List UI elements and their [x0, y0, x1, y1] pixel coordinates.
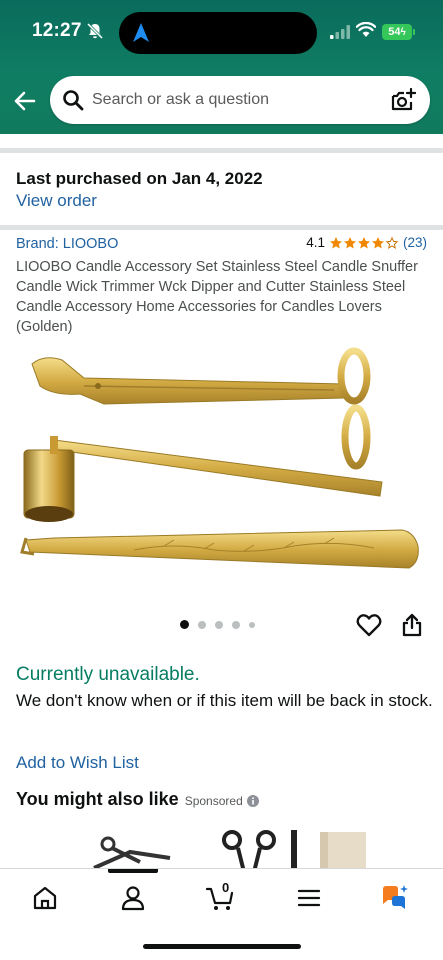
camera-search-icon[interactable]: [390, 87, 416, 113]
add-to-wish-list-link[interactable]: Add to Wish List: [16, 753, 139, 773]
active-tab-indicator: [108, 869, 158, 873]
recommended-product-image[interactable]: [222, 830, 297, 872]
star-full-icon: [357, 236, 370, 248]
battery-indicator: 54 ϟ: [382, 24, 412, 40]
pager-dot[interactable]: [249, 621, 255, 628]
bell-off-icon: [86, 22, 104, 40]
info-icon[interactable]: [246, 795, 259, 807]
cellular-signal-icon: [330, 25, 350, 39]
rating-summary[interactable]: 4.1 (23): [306, 235, 427, 250]
cart-count: 0: [222, 880, 230, 895]
app-header: 12:27 54 ϟ Search or ask a question: [0, 0, 443, 134]
back-arrow-icon[interactable]: [12, 88, 38, 114]
pager-dot-active[interactable]: [180, 620, 189, 629]
status-time: 12:27: [32, 20, 82, 41]
search-icon: [63, 90, 84, 111]
product-title: LIOOBO Candle Accessory Set Stainless St…: [16, 259, 418, 335]
image-pager[interactable]: [180, 620, 264, 629]
last-purchased-text: Last purchased on Jan 4, 2022: [16, 169, 263, 188]
search-placeholder: Search or ask a question: [92, 91, 269, 108]
rating-count: (23): [402, 235, 427, 250]
home-icon[interactable]: [30, 883, 60, 913]
charging-bolt: ϟ: [400, 26, 406, 38]
section-divider: [0, 225, 443, 230]
share-icon[interactable]: [400, 612, 424, 638]
account-icon[interactable]: [118, 883, 148, 913]
battery-tip: [413, 29, 415, 35]
status-bar: 12:27 54 ϟ: [0, 0, 443, 64]
cart-icon[interactable]: [205, 883, 235, 913]
sponsored-label: Sponsored: [184, 794, 243, 808]
pager-dot[interactable]: [232, 620, 240, 629]
recommendations-title: You might also like: [16, 789, 179, 809]
star-empty-icon: [385, 236, 399, 249]
availability-note: We don't know when or if this item will …: [16, 691, 433, 710]
menu-icon[interactable]: [294, 883, 324, 913]
candle-snuffer: [23, 436, 383, 522]
section-divider: [0, 134, 443, 148]
star-full-icon: [371, 236, 384, 248]
navigation-arrow-icon: [133, 23, 149, 42]
star-rating: [329, 236, 399, 250]
product-image[interactable]: [14, 342, 434, 592]
heart-icon[interactable]: [356, 612, 382, 638]
rating-value: 4.1: [306, 235, 325, 250]
home-indicator[interactable]: [143, 944, 301, 949]
pager-dot[interactable]: [215, 620, 223, 629]
battery-level: 54: [388, 26, 401, 38]
view-order-link[interactable]: View order: [16, 191, 97, 211]
star-full-icon: [329, 236, 342, 248]
availability-status: Currently unavailable.: [16, 664, 200, 685]
rufus-icon[interactable]: [380, 883, 410, 913]
recommended-products-strip[interactable]: [80, 822, 380, 872]
pager-dot[interactable]: [198, 620, 206, 629]
wifi-icon: [356, 22, 376, 37]
recommendations-heading: You might also like Sponsored: [16, 789, 259, 810]
section-divider: [0, 148, 443, 153]
recommended-product-image[interactable]: [320, 832, 366, 872]
wick-dipper: [20, 529, 419, 569]
brand-link[interactable]: Brand: LIOOBO: [16, 236, 118, 252]
recommended-product-image[interactable]: [93, 836, 171, 870]
star-full-icon: [343, 236, 356, 248]
search-input[interactable]: Search or ask a question: [50, 76, 430, 124]
